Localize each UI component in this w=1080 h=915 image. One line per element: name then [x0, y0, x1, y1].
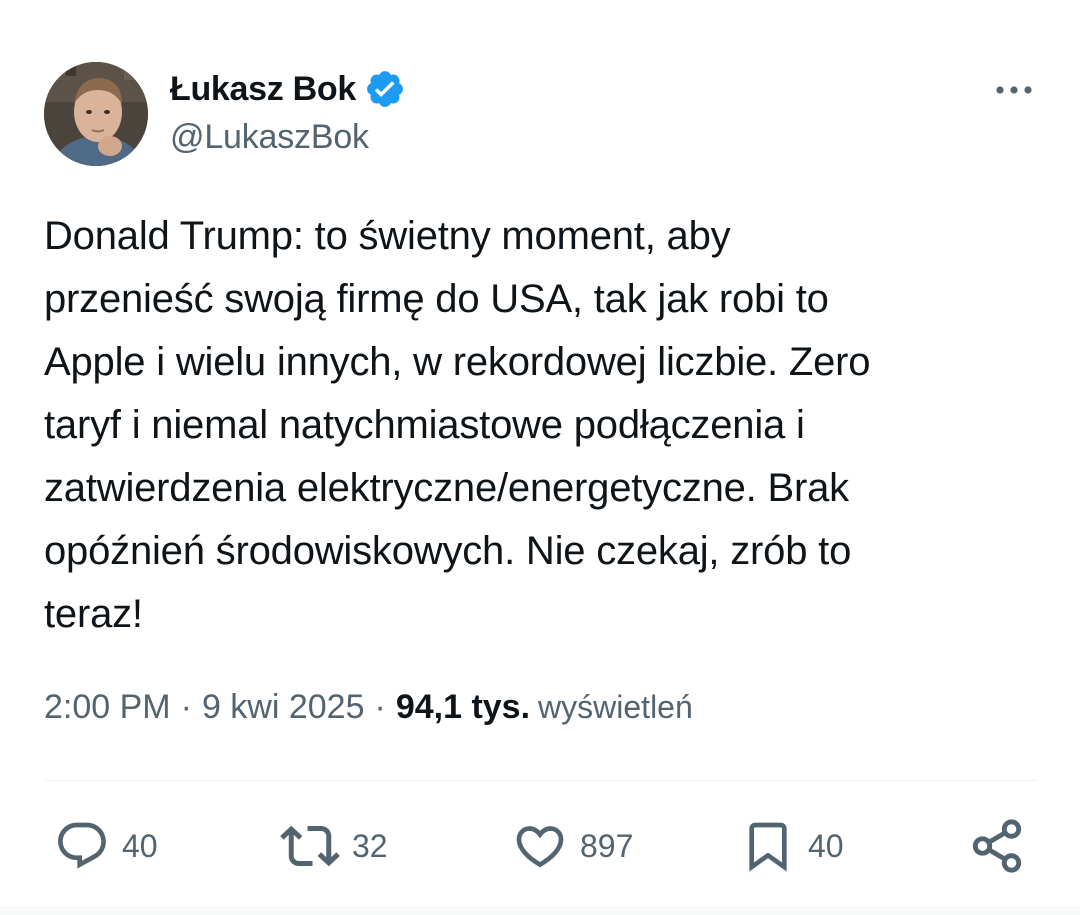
share-button[interactable] [968, 815, 1026, 877]
tweet-card: Łukasz Bok @LukaszBok Donald Trump: to ś… [0, 0, 1080, 915]
reply-button[interactable]: 40 [54, 815, 158, 877]
user-handle[interactable]: @LukaszBok [170, 118, 369, 157]
bottom-border [0, 906, 1080, 915]
repost-button[interactable]: 32 [280, 815, 388, 877]
more-options-button[interactable] [989, 70, 1039, 110]
reply-icon [58, 822, 106, 869]
views-count[interactable]: 94,1 tys. [396, 688, 530, 727]
tweet-metadata: 2:00 PM · 9 kwi 2025 · 94,1 tys. wyświet… [44, 688, 693, 727]
avatar-image [44, 62, 148, 166]
like-button[interactable]: 897 [512, 815, 633, 877]
name-row: Łukasz Bok [170, 66, 406, 112]
meta-separator: · [180, 688, 192, 726]
reply-count: 40 [122, 827, 158, 864]
bookmark-button[interactable]: 40 [740, 815, 844, 877]
heart-icon [516, 826, 564, 868]
repost-icon [280, 825, 340, 867]
meta-separator: · [374, 688, 386, 726]
tweet-time[interactable]: 2:00 PM [44, 688, 171, 727]
divider [44, 780, 1037, 781]
tweet-header: Łukasz Bok @LukaszBok [44, 62, 1044, 168]
bookmark-icon [749, 822, 787, 872]
more-horizontal-icon [996, 86, 1032, 94]
avatar[interactable] [44, 62, 148, 166]
tweet-date[interactable]: 9 kwi 2025 [202, 688, 365, 727]
repost-count: 32 [352, 827, 388, 864]
verified-badge-icon[interactable] [364, 68, 406, 110]
bookmark-count: 40 [808, 827, 844, 864]
display-name[interactable]: Łukasz Bok [170, 70, 356, 109]
like-count: 897 [580, 827, 634, 864]
action-bar: 40 32 897 40 [44, 815, 1037, 877]
share-icon [972, 819, 1022, 873]
views-label: wyświetleń [538, 689, 693, 725]
tweet-text: Donald Trump: to świetny moment, aby prz… [44, 214, 871, 636]
